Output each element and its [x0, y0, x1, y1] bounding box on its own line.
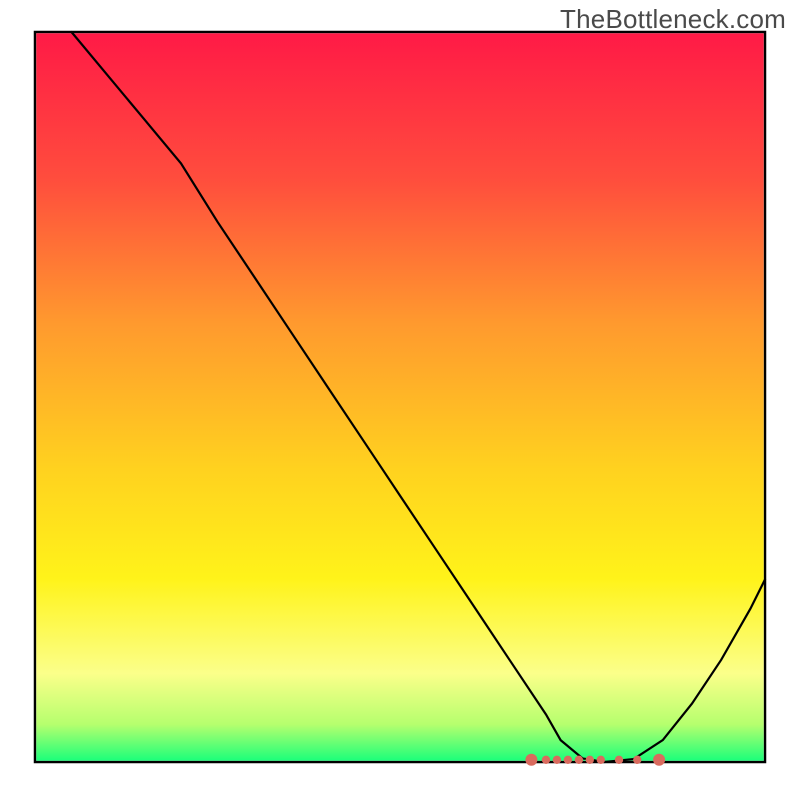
marker-point: [553, 756, 561, 764]
marker-point: [615, 756, 623, 764]
marker-point: [525, 754, 537, 766]
watermark-label: TheBottleneck.com: [560, 4, 786, 35]
plot-background: [36, 33, 763, 760]
marker-point: [542, 756, 550, 764]
marker-point: [653, 754, 665, 766]
marker-point: [564, 756, 572, 764]
marker-point: [575, 756, 583, 764]
marker-point: [633, 756, 641, 764]
chart-frame: TheBottleneck.com: [0, 0, 800, 800]
bottleneck-chart: [0, 0, 800, 800]
marker-point: [597, 756, 605, 764]
marker-point: [586, 756, 594, 764]
